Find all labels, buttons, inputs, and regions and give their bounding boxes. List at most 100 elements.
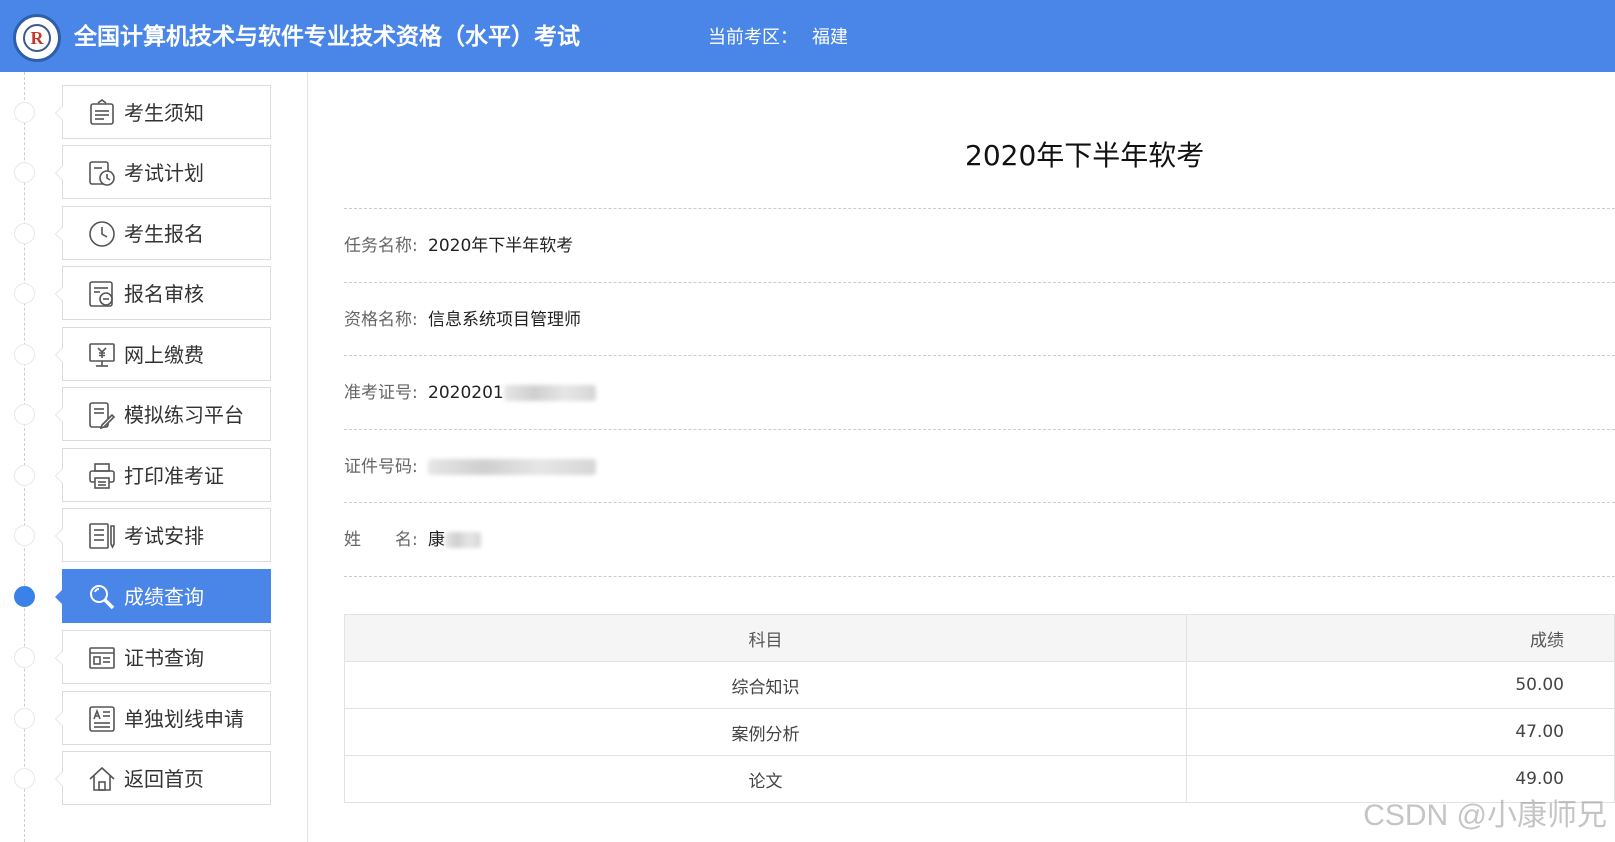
region-value: 福建: [812, 27, 848, 48]
nav-button[interactable]: 证书查询: [55, 630, 271, 684]
subject-cell: 案例分析: [344, 708, 1187, 756]
exam-region: 当前考区： 福建: [708, 24, 848, 52]
sidebar-item-score-query[interactable]: 成绩查询: [0, 569, 300, 623]
sidebar-item-exam-plan[interactable]: 考试计划: [0, 145, 300, 199]
task-name-label: 任务名称:: [344, 236, 418, 256]
sidebar-item-label: 单独划线申请: [124, 707, 244, 731]
watermark: CSDN @小康师兄: [1363, 799, 1607, 832]
sidebar-item-home[interactable]: 返回首页: [0, 751, 300, 805]
nav-button[interactable]: 报名审核: [55, 266, 271, 320]
score-table: 科目 成绩 综合知识 50.00 案例分析 47.00 论文 49.00: [344, 614, 1615, 803]
logo: R: [13, 14, 61, 62]
divider: [344, 576, 1615, 577]
sidebar-item-label: 考试安排: [124, 524, 204, 548]
subject-cell: 综合知识: [344, 661, 1187, 709]
nav-button[interactable]: 模拟练习平台: [55, 387, 271, 441]
sidebar-item-print-ticket[interactable]: 打印准考证: [0, 448, 300, 502]
nav-button[interactable]: 考生须知: [55, 85, 271, 139]
sidebar-item-cutoff-application[interactable]: 单独划线申请: [0, 691, 300, 745]
timeline-dot: [14, 283, 35, 304]
sidebar-nav: 考生须知 考试计划 考生报名 报名审核 网上缴费 模拟练习平台 打印准考证 考试…: [0, 72, 308, 842]
sidebar-item-review[interactable]: 报名审核: [0, 266, 300, 320]
nav-button[interactable]: 考试计划: [55, 145, 271, 199]
timeline-dot: [14, 223, 35, 244]
printer-icon: [89, 463, 115, 489]
info-row-qualification: 资格名称: 信息系统项目管理师: [344, 282, 1615, 356]
site-title: 全国计算机技术与软件专业技术资格（水平）考试: [74, 24, 580, 50]
nav-button[interactable]: 考试安排: [55, 508, 271, 562]
timeline-dot: [14, 708, 35, 729]
info-row-ticket: 准考证号: 2020201: [344, 355, 1615, 429]
calendar-clock-icon: [89, 161, 115, 186]
timeline-dot: [14, 525, 35, 546]
region-label: 当前考区：: [708, 27, 798, 48]
id-number: [428, 454, 596, 480]
sidebar-item-certificate[interactable]: 证书查询: [0, 630, 300, 684]
sidebar-item-label: 成绩查询: [124, 585, 204, 609]
sidebar-item-label: 模拟练习平台: [124, 403, 244, 427]
timeline-dot: [14, 768, 35, 789]
schedule-icon: [89, 523, 115, 549]
table-header-row: 科目 成绩: [344, 614, 1615, 662]
nav-button[interactable]: 成绩查询: [55, 569, 271, 623]
id-number-label: 证件号码:: [344, 457, 418, 477]
name-label: 姓 名:: [344, 530, 418, 550]
task-name-value: 2020年下半年软考: [428, 236, 574, 256]
nav-button[interactable]: 考生报名: [55, 206, 271, 260]
info-row-name: 姓 名: 康: [344, 502, 1615, 576]
nav-button[interactable]: 单独划线申请: [55, 691, 271, 745]
sidebar-item-label: 考生报名: [124, 222, 204, 246]
timeline-dot: [14, 344, 35, 365]
sidebar-item-label: 考生须知: [124, 101, 204, 125]
qualification-value: 信息系统项目管理师: [428, 310, 581, 330]
notice-icon: [90, 99, 114, 125]
subject-cell: 论文: [344, 755, 1187, 803]
sidebar-item-candidate-notice[interactable]: 考生须知: [0, 85, 300, 139]
redacted-blur: [503, 385, 596, 401]
column-header-score: 成绩: [1186, 614, 1615, 662]
home-icon: [89, 766, 115, 791]
ticket-number-value: 2020201: [428, 383, 504, 403]
sidebar-item-label: 返回首页: [124, 767, 204, 791]
nav-button[interactable]: 打印准考证: [55, 448, 271, 502]
certificate-icon: [89, 647, 115, 669]
nav-button[interactable]: 返回首页: [55, 751, 271, 805]
timeline-dot: [14, 404, 35, 425]
score-cell: 47.00: [1186, 708, 1615, 756]
top-header: R 全国计算机技术与软件专业技术资格（水平）考试 当前考区： 福建: [0, 0, 1615, 72]
sidebar-item-label: 网上缴费: [124, 343, 204, 367]
clock-icon: [89, 221, 115, 247]
sidebar-item-label: 考试计划: [124, 161, 204, 185]
redacted-blur: [445, 532, 481, 548]
sidebar-item-label: 打印准考证: [124, 464, 224, 488]
ticket-number: 2020201: [428, 380, 596, 406]
page-title: 2020年下半年软考: [965, 139, 1205, 172]
application-icon: [89, 706, 115, 732]
sidebar-item-payment[interactable]: 网上缴费: [0, 327, 300, 381]
name: 康: [428, 527, 481, 553]
review-icon: [89, 281, 113, 307]
name-value: 康: [428, 530, 445, 550]
table-row: 综合知识 50.00: [344, 661, 1615, 709]
practice-icon: [89, 402, 116, 429]
timeline-dot: [14, 465, 35, 486]
sidebar-item-label: 报名审核: [124, 282, 204, 306]
sidebar-item-schedule[interactable]: 考试安排: [0, 508, 300, 562]
qualification-label: 资格名称:: [344, 310, 418, 330]
logo-mark: R: [23, 24, 51, 52]
redacted-blur: [428, 459, 596, 475]
sidebar-item-registration[interactable]: 考生报名: [0, 206, 300, 260]
payment-icon: [89, 343, 115, 367]
column-header-subject: 科目: [344, 614, 1187, 662]
timeline-dot: [14, 102, 35, 123]
timeline-dot: [14, 647, 35, 668]
ticket-number-label: 准考证号:: [344, 383, 418, 403]
nav-button[interactable]: 网上缴费: [55, 327, 271, 381]
main-content: 2020年下半年软考 任务名称: 2020年下半年软考 资格名称: 信息系统项目…: [309, 72, 1615, 842]
timeline-dot-active: [14, 586, 35, 607]
sidebar-item-practice[interactable]: 模拟练习平台: [0, 387, 300, 441]
search-icon: [90, 585, 115, 610]
timeline-dot: [14, 162, 35, 183]
info-row-task: 任务名称: 2020年下半年软考: [344, 208, 1615, 282]
info-row-id: 证件号码:: [344, 429, 1615, 503]
